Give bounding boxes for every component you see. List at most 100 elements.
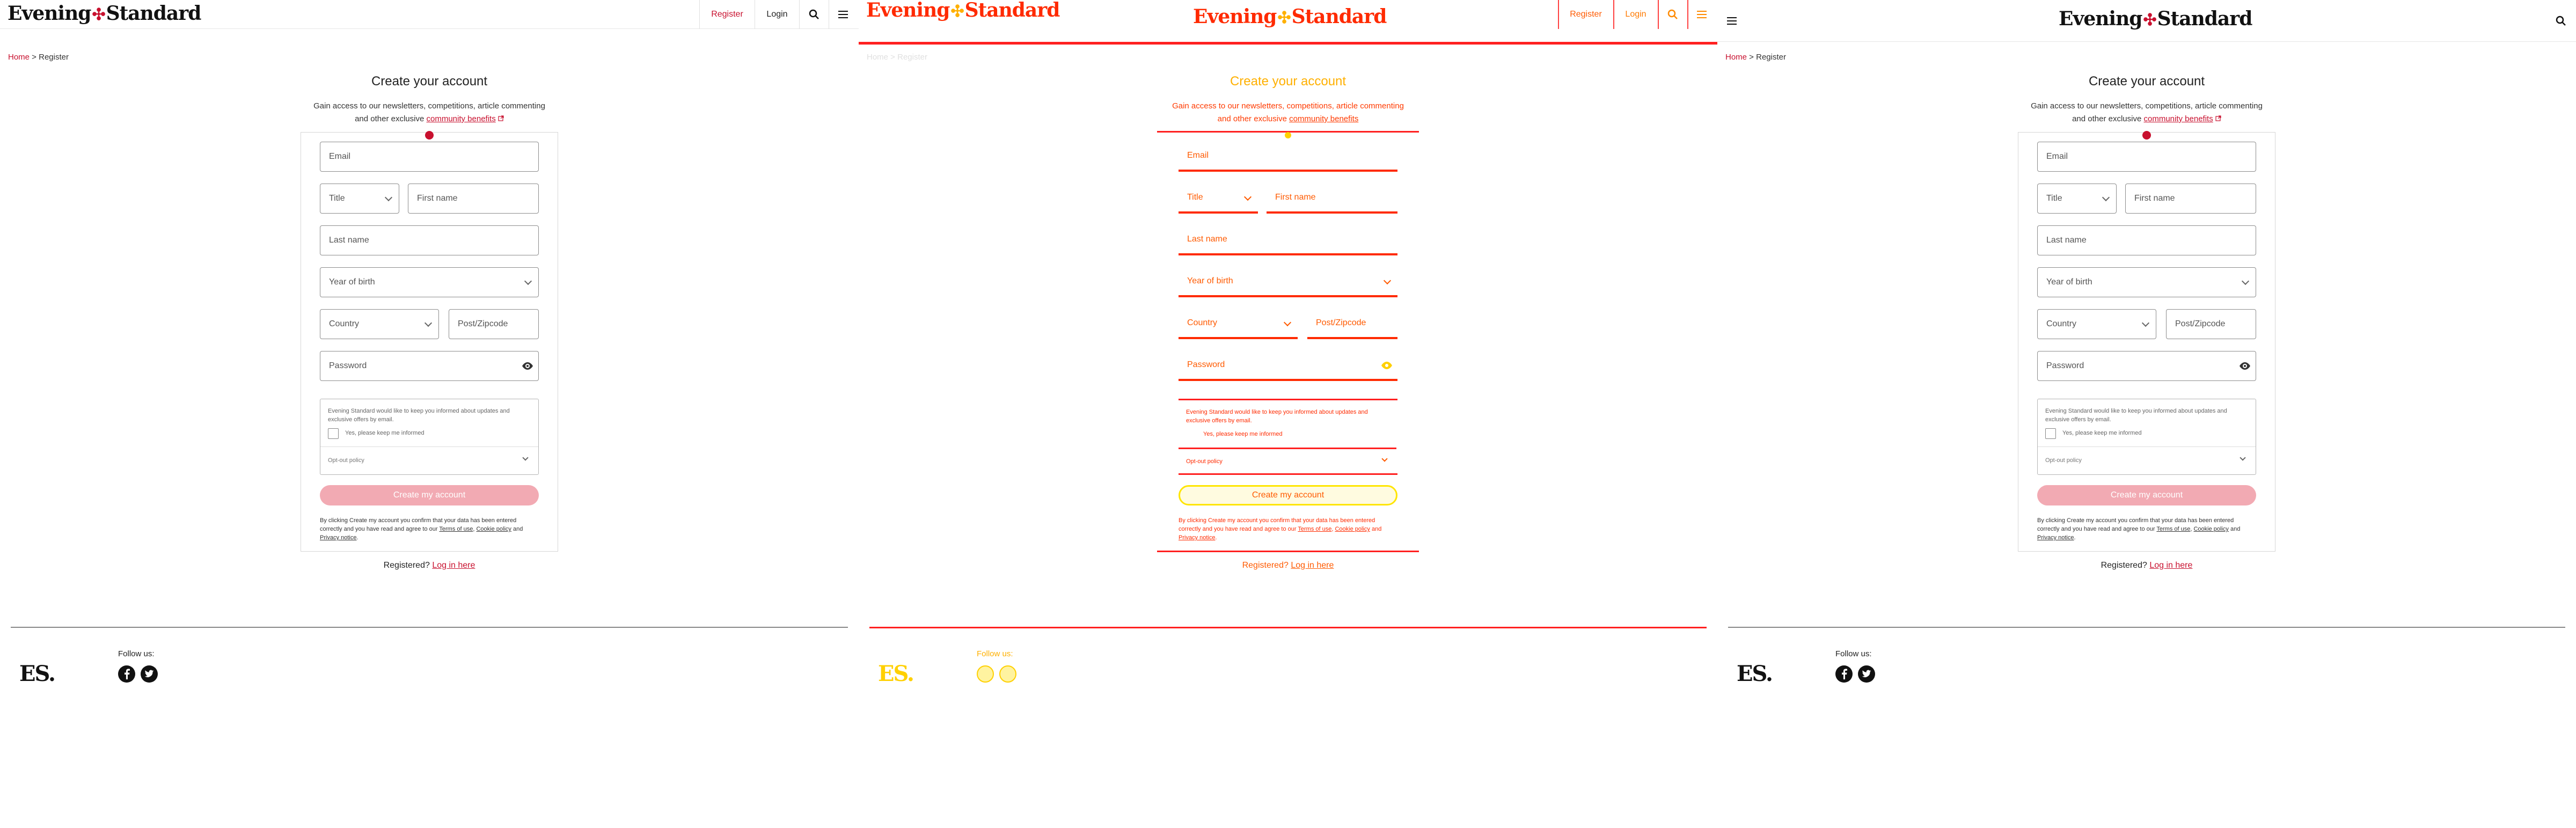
opt-out-policy[interactable]: Opt-out policy <box>2045 457 2082 464</box>
menu-button[interactable] <box>1722 0 1743 42</box>
opt-out-policy[interactable]: Opt-out policy <box>328 457 364 464</box>
year-of-birth-select[interactable]: Year of birth <box>1179 267 1397 297</box>
community-benefits-link[interactable]: community benefits <box>2144 114 2213 123</box>
page-title: Create your account <box>2088 74 2205 89</box>
search-icon <box>1667 9 1678 19</box>
last-name-field[interactable]: Last name <box>320 225 539 255</box>
logo-text-left: Evening <box>8 2 91 25</box>
consent-checkbox[interactable] <box>328 428 339 439</box>
facebook-button[interactable] <box>1835 665 1853 683</box>
postcode-field[interactable]: Post/Zipcode <box>449 309 539 339</box>
twitter-icon <box>1862 670 1871 678</box>
menu-button[interactable] <box>1688 0 1717 29</box>
cookie-policy-link[interactable]: Cookie policy <box>476 526 511 532</box>
progress-dot <box>1285 132 1291 138</box>
last-name-field[interactable]: Last name <box>1179 225 1397 255</box>
breadcrumb: Home > Register <box>8 53 69 62</box>
footer-logo[interactable]: ES. <box>19 661 56 686</box>
progress-dot <box>2142 131 2151 140</box>
search-button[interactable] <box>800 0 829 29</box>
first-name-field[interactable]: First name <box>2125 184 2256 214</box>
footer-logo[interactable]: ES. <box>1737 661 1773 686</box>
register-link[interactable]: Register <box>1558 0 1613 29</box>
country-select[interactable]: Country <box>1179 309 1298 339</box>
search-button[interactable] <box>2550 0 2572 42</box>
register-link[interactable]: Register <box>700 0 755 29</box>
create-account-button[interactable]: Create my account <box>2037 485 2256 505</box>
eye-icon[interactable] <box>1380 359 1393 372</box>
breadcrumb: Home > Register <box>867 53 927 62</box>
login-here-link[interactable]: Log in here <box>1291 561 1334 570</box>
site-logo[interactable]: Evening✣Standard <box>8 2 201 25</box>
menu-icon <box>1697 11 1707 18</box>
login-here-link[interactable]: Log in here <box>432 561 475 570</box>
site-header: Evening✣Standard Register Login <box>0 0 859 29</box>
create-account-button[interactable]: Create my account <box>1179 485 1397 505</box>
intro-text: Gain access to our newsletters, competit… <box>2031 101 2263 123</box>
login-link[interactable]: Login <box>1614 0 1658 29</box>
site-logo[interactable]: Evening✣Standard <box>2059 8 2252 30</box>
chevron-down-icon <box>524 277 532 285</box>
chevron-down-icon[interactable] <box>522 455 529 461</box>
title-select[interactable]: Title <box>320 184 399 214</box>
footer-logo[interactable]: ES. <box>878 661 914 686</box>
login-link[interactable]: Login <box>755 0 799 29</box>
year-of-birth-select[interactable]: Year of birth <box>2037 267 2256 297</box>
title-select[interactable]: Title <box>2037 184 2117 214</box>
site-logo-center[interactable]: Evening✣Standard <box>1193 5 1387 28</box>
progress-dot <box>425 131 434 140</box>
create-account-button[interactable]: Create my account <box>320 485 539 505</box>
site-logo[interactable]: Evening✣Standard <box>866 0 1060 21</box>
postcode-field[interactable]: Post/Zipcode <box>1307 309 1397 339</box>
country-select[interactable]: Country <box>320 309 439 339</box>
marketing-consent: Evening Standard would like to keep you … <box>320 399 539 475</box>
menu-icon <box>838 11 848 18</box>
password-field[interactable]: Password <box>2037 351 2256 381</box>
first-name-field[interactable]: First name <box>1267 184 1397 214</box>
country-select[interactable]: Country <box>2037 309 2156 339</box>
email-field[interactable]: Email <box>1179 142 1397 172</box>
page-title: Create your account <box>1230 74 1346 89</box>
last-name-field[interactable]: Last name <box>2037 225 2256 255</box>
breadcrumb: Home > Register <box>1725 53 1786 62</box>
consent-checkbox[interactable] <box>2045 428 2056 439</box>
follow-us-label: Follow us: <box>118 649 155 658</box>
password-field[interactable]: Password <box>1179 351 1397 381</box>
facebook-icon <box>125 669 130 679</box>
intro-text: Gain access to our newsletters, competit… <box>313 101 545 123</box>
menu-button[interactable] <box>829 0 858 29</box>
opt-out-policy[interactable]: Opt-out policy <box>1186 458 1223 465</box>
breadcrumb-current: Register <box>39 53 69 62</box>
consent-checkbox[interactable] <box>1186 429 1197 440</box>
chevron-down-icon[interactable] <box>1381 456 1388 462</box>
postcode-field[interactable]: Post/Zipcode <box>2166 309 2256 339</box>
year-of-birth-select[interactable]: Year of birth <box>320 267 539 297</box>
email-field[interactable]: Email <box>2037 142 2256 172</box>
facebook-button[interactable] <box>118 665 135 683</box>
facebook-button[interactable] <box>977 665 994 683</box>
password-field[interactable]: Password <box>320 351 539 381</box>
first-name-field[interactable]: First name <box>408 184 539 214</box>
footer-divider <box>869 627 1707 628</box>
legal-text: By clicking Create my account you confir… <box>1179 517 1382 541</box>
eye-icon[interactable] <box>521 360 534 372</box>
search-button[interactable] <box>1658 0 1687 29</box>
eye-icon[interactable] <box>2238 360 2251 372</box>
logo-text-right: Standard <box>106 2 202 25</box>
twitter-button[interactable] <box>1858 665 1875 683</box>
chevron-down-icon <box>1283 318 1292 327</box>
twitter-icon <box>144 670 154 678</box>
panel-desktop: Evening✣Standard Register Login Home > R… <box>0 0 859 828</box>
login-here-link[interactable]: Log in here <box>2149 561 2192 570</box>
footer-divider <box>11 627 848 628</box>
chevron-down-icon[interactable] <box>2240 455 2246 461</box>
twitter-button[interactable] <box>141 665 158 683</box>
privacy-notice-link[interactable]: Privacy notice <box>320 534 356 541</box>
community-benefits-link[interactable]: community benefits <box>427 114 496 123</box>
email-field[interactable]: Email <box>320 142 539 172</box>
title-select[interactable]: Title <box>1179 184 1258 214</box>
community-benefits-link[interactable]: community benefits <box>1289 114 1358 123</box>
terms-link[interactable]: Terms of use <box>439 526 473 532</box>
twitter-button[interactable] <box>999 665 1016 683</box>
breadcrumb-home[interactable]: Home <box>8 53 30 62</box>
